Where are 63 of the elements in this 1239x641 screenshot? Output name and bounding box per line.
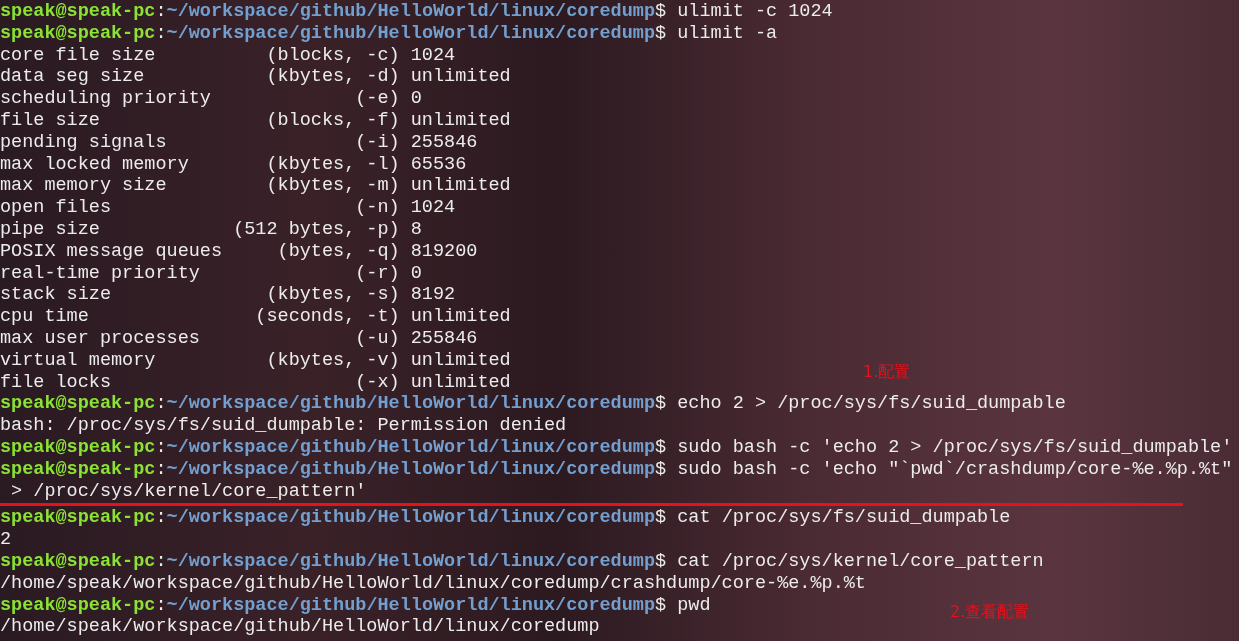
output-line: bash: /proc/sys/fs/suid_dumpable: Permission denied [0, 415, 567, 437]
output-line: max user processes (-u) 255846 [0, 327, 478, 349]
prompt-user: speak@speak-pc [0, 22, 156, 44]
annotation-label: 2.查看配置 [950, 602, 1030, 622]
prompt-user: speak@speak-pc [0, 436, 156, 458]
prompt-separator: : [155, 22, 167, 44]
output-line: /home/speak/workspace/github/HelloWorld/linux/coredump [0, 616, 600, 638]
prompt-user: speak@speak-pc [0, 393, 156, 415]
prompt-sign: $ [655, 436, 667, 458]
output-line: open files (-n) 1024 [0, 197, 456, 219]
command-text: cat /proc/sys/fs/suid_dumpable [677, 507, 1011, 529]
output-line: max locked memory (kbytes, -l) 65536 [0, 153, 467, 175]
output-line: virtual memory (kbytes, -v) unlimited [0, 349, 511, 371]
prompt-path: ~/workspace/github/HelloWorld/linux/coredump [166, 507, 656, 529]
output-line: data seg size (kbytes, -d) unlimited [0, 66, 511, 88]
output-line: 2 [0, 529, 12, 551]
prompt-sign: $ [655, 22, 667, 44]
command-text: cat /proc/sys/kernel/core_pattern [677, 550, 1044, 572]
prompt-separator: : [155, 550, 167, 572]
prompt-user: speak@speak-pc [0, 1, 156, 22]
prompt-sign: $ [655, 1, 667, 22]
output-line: > /proc/sys/kernel/core_pattern' [10, 480, 367, 502]
output-line: /home/speak/workspace/github/HelloWorld/linux/coredump/crashdump/core-%e.%p.%t [0, 572, 866, 594]
output-line: real-time priority (-r) 0 [0, 262, 422, 284]
prompt-separator: : [155, 1, 167, 22]
command-text: echo 2 > /proc/sys/fs/suid_dumpable [677, 393, 1066, 415]
command-text: ulimit -c 1024 [677, 1, 833, 22]
prompt-path: ~/workspace/github/HelloWorld/linux/coredump [166, 458, 656, 480]
output-line: pending signals (-i) 255846 [0, 131, 478, 153]
output-line: cpu time (seconds, -t) unlimited [0, 306, 511, 328]
prompt-separator: : [155, 594, 167, 616]
prompt-sign: $ [655, 550, 667, 572]
prompt-path: ~/workspace/github/HelloWorld/linux/coredump [166, 1, 656, 22]
prompt-separator: : [155, 458, 167, 480]
prompt-user: speak@speak-pc [0, 594, 156, 616]
annotation-label: 1.配置 [863, 362, 911, 382]
prompt-sign: $ [655, 393, 667, 415]
prompt-user: speak@speak-pc [0, 550, 156, 572]
prompt-separator: : [155, 507, 167, 529]
prompt-user: speak@speak-pc [0, 458, 156, 480]
command-text: sudo bash -c 'echo "`pwd`/crashdump/core-%e.%p.%t" [677, 458, 1233, 480]
command-text: pwd [677, 594, 711, 616]
prompt-sign: $ [655, 458, 667, 480]
command-text: sudo bash -c 'echo 2 > /proc/sys/fs/suid_dumpable' [677, 436, 1233, 458]
prompt-path: ~/workspace/github/HelloWorld/linux/coredump [166, 393, 656, 415]
output-line: stack size (kbytes, -s) 8192 [0, 284, 456, 306]
output-line: POSIX message queues (bytes, -q) 819200 [0, 240, 478, 262]
prompt-path: ~/workspace/github/HelloWorld/linux/coredump [166, 22, 656, 44]
prompt-sign: $ [655, 594, 667, 616]
output-line: pipe size (512 bytes, -p) 8 [0, 218, 422, 240]
command-text: ulimit -a [677, 22, 778, 44]
prompt-path: ~/workspace/github/HelloWorld/linux/coredump [166, 550, 656, 572]
prompt-separator: : [155, 393, 167, 415]
output-line: max memory size (kbytes, -m) unlimited [0, 175, 511, 197]
prompt-sign: $ [655, 507, 667, 529]
output-line: core file size (blocks, -c) 1024 [0, 44, 456, 66]
prompt-user: speak@speak-pc [0, 507, 156, 529]
prompt-path: ~/workspace/github/HelloWorld/linux/coredump [166, 594, 656, 616]
output-line: file locks (-x) unlimited [0, 371, 511, 393]
output-line: scheduling priority (-e) 0 [0, 88, 422, 110]
prompt-path: ~/workspace/github/HelloWorld/linux/coredump [166, 436, 656, 458]
output-line: file size (blocks, -f) unlimited [0, 110, 511, 131]
prompt-separator: : [155, 436, 167, 458]
